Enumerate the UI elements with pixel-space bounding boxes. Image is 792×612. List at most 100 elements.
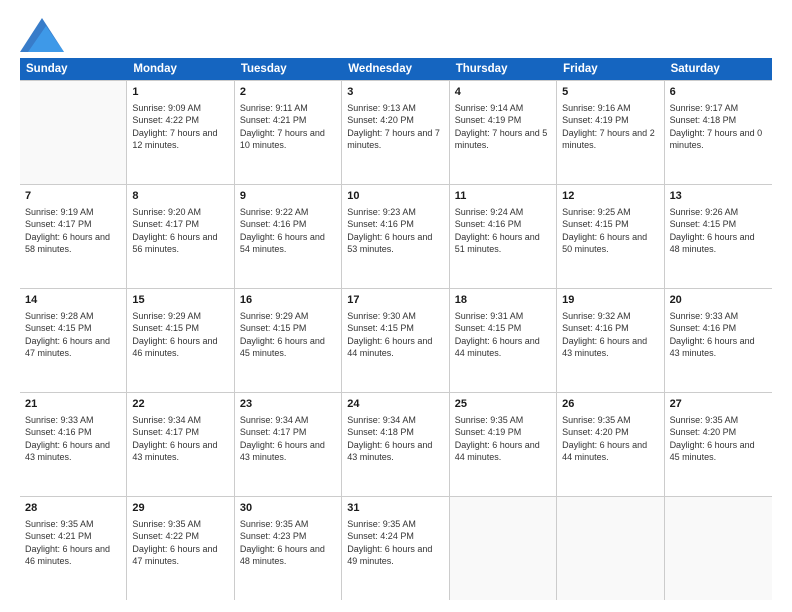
day-number: 16 (240, 293, 336, 308)
day-cell-1: 1Sunrise: 9:09 AMSunset: 4:22 PMDaylight… (127, 81, 234, 184)
day-info: Sunrise: 9:35 AMSunset: 4:22 PMDaylight:… (132, 518, 228, 568)
calendar-body: 1Sunrise: 9:09 AMSunset: 4:22 PMDaylight… (20, 80, 772, 600)
day-cell-20: 20 Sunrise: 9:33 AMSunset: 4:16 PMDayligh… (665, 289, 772, 392)
day-info: Sunrise: 9:09 AMSunset: 4:22 PMDaylight:… (132, 102, 228, 152)
day-cell-30: 30 Sunrise: 9:35 AMSunset: 4:23 PMDayligh… (235, 497, 342, 600)
header-day-thursday: Thursday (450, 58, 557, 80)
calendar-week-2: 7Sunrise: 9:19 AMSunset: 4:17 PMDaylight… (20, 185, 772, 289)
calendar-week-1: 1Sunrise: 9:09 AMSunset: 4:22 PMDaylight… (20, 81, 772, 185)
day-info: Sunrise: 9:16 AMSunset: 4:19 PMDaylight:… (562, 102, 658, 152)
day-number: 11 (455, 189, 551, 204)
day-cell-24: 24 Sunrise: 9:34 AMSunset: 4:18 PMDayligh… (342, 393, 449, 496)
day-info: Sunrise: 9:34 AMSunset: 4:17 PMDaylight:… (240, 414, 336, 464)
header-day-saturday: Saturday (665, 58, 772, 80)
day-cell-12: 12Sunrise: 9:25 AMSunset: 4:15 PMDayligh… (557, 185, 664, 288)
day-number: 2 (240, 85, 336, 100)
day-cell-31: 31Sunrise: 9:35 AMSunset: 4:24 PMDayligh… (342, 497, 449, 600)
day-info: Sunrise: 9:28 AMSunset: 4:15 PMDaylight:… (25, 310, 121, 360)
day-cell-15: 15 Sunrise: 9:29 AMSunset: 4:15 PMDayligh… (127, 289, 234, 392)
day-info: Sunrise: 9:32 AMSunset: 4:16 PMDaylight:… (562, 310, 658, 360)
day-cell-29: 29 Sunrise: 9:35 AMSunset: 4:22 PMDayligh… (127, 497, 234, 600)
header-day-tuesday: Tuesday (235, 58, 342, 80)
day-info: Sunrise: 9:24 AMSunset: 4:16 PMDaylight:… (455, 206, 551, 256)
day-number: 17 (347, 293, 443, 308)
day-number: 6 (670, 85, 767, 100)
day-number: 4 (455, 85, 551, 100)
day-number: 3 (347, 85, 443, 100)
day-cell-9: 9Sunrise: 9:22 AMSunset: 4:16 PMDaylight… (235, 185, 342, 288)
day-cell-25: 25 Sunrise: 9:35 AMSunset: 4:19 PMDayligh… (450, 393, 557, 496)
day-cell-23: 23 Sunrise: 9:34 AMSunset: 4:17 PMDayligh… (235, 393, 342, 496)
day-info: Sunrise: 9:33 AMSunset: 4:16 PMDaylight:… (670, 310, 767, 360)
day-number: 23 (240, 397, 336, 412)
day-cell-6: 6 Sunrise: 9:17 AMSunset: 4:18 PMDaylight… (665, 81, 772, 184)
day-number: 24 (347, 397, 443, 412)
day-number: 28 (25, 501, 121, 516)
day-cell-17: 17 Sunrise: 9:30 AMSunset: 4:15 PMDayligh… (342, 289, 449, 392)
header-day-friday: Friday (557, 58, 664, 80)
day-cell-26: 26 Sunrise: 9:35 AMSunset: 4:20 PMDayligh… (557, 393, 664, 496)
header-day-wednesday: Wednesday (342, 58, 449, 80)
day-cell-19: 19 Sunrise: 9:32 AMSunset: 4:16 PMDayligh… (557, 289, 664, 392)
day-info: Sunrise: 9:20 AMSunset: 4:17 PMDaylight:… (132, 206, 228, 256)
day-number: 15 (132, 293, 228, 308)
day-info: Sunrise: 9:30 AMSunset: 4:15 PMDaylight:… (347, 310, 443, 360)
day-number: 13 (670, 189, 767, 204)
day-number: 7 (25, 189, 121, 204)
day-cell-7: 7Sunrise: 9:19 AMSunset: 4:17 PMDaylight… (20, 185, 127, 288)
day-number: 25 (455, 397, 551, 412)
day-cell-22: 22 Sunrise: 9:34 AMSunset: 4:17 PMDayligh… (127, 393, 234, 496)
day-number: 29 (132, 501, 228, 516)
header-day-monday: Monday (127, 58, 234, 80)
page: SundayMondayTuesdayWednesdayThursdayFrid… (0, 0, 792, 612)
calendar-week-5: 28 Sunrise: 9:35 AMSunset: 4:21 PMDayligh… (20, 497, 772, 600)
day-cell-2: 2 Sunrise: 9:11 AMSunset: 4:21 PMDaylight… (235, 81, 342, 184)
day-number: 18 (455, 293, 551, 308)
day-info: Sunrise: 9:34 AMSunset: 4:17 PMDaylight:… (132, 414, 228, 464)
logo (20, 18, 64, 48)
day-number: 5 (562, 85, 658, 100)
day-info: Sunrise: 9:35 AMSunset: 4:23 PMDaylight:… (240, 518, 336, 568)
day-number: 20 (670, 293, 767, 308)
day-number: 10 (347, 189, 443, 204)
day-number: 30 (240, 501, 336, 516)
day-number: 26 (562, 397, 658, 412)
day-cell-3: 3 Sunrise: 9:13 AMSunset: 4:20 PMDaylight… (342, 81, 449, 184)
day-number: 14 (25, 293, 121, 308)
day-number: 8 (132, 189, 228, 204)
day-number: 21 (25, 397, 121, 412)
day-info: Sunrise: 9:35 AMSunset: 4:20 PMDaylight:… (670, 414, 767, 464)
day-cell-16: 16 Sunrise: 9:29 AMSunset: 4:15 PMDayligh… (235, 289, 342, 392)
day-number: 22 (132, 397, 228, 412)
day-info: Sunrise: 9:35 AMSunset: 4:19 PMDaylight:… (455, 414, 551, 464)
empty-cell (450, 497, 557, 600)
day-cell-21: 21 Sunrise: 9:33 AMSunset: 4:16 PMDayligh… (20, 393, 127, 496)
day-info: Sunrise: 9:29 AMSunset: 4:15 PMDaylight:… (132, 310, 228, 360)
calendar-header: SundayMondayTuesdayWednesdayThursdayFrid… (20, 58, 772, 80)
calendar-week-4: 21 Sunrise: 9:33 AMSunset: 4:16 PMDayligh… (20, 393, 772, 497)
day-info: Sunrise: 9:11 AMSunset: 4:21 PMDaylight:… (240, 102, 336, 152)
day-info: Sunrise: 9:35 AMSunset: 4:20 PMDaylight:… (562, 414, 658, 464)
day-info: Sunrise: 9:26 AMSunset: 4:15 PMDaylight:… (670, 206, 767, 256)
day-info: Sunrise: 9:35 AMSunset: 4:21 PMDaylight:… (25, 518, 121, 568)
empty-cell (557, 497, 664, 600)
day-info: Sunrise: 9:31 AMSunset: 4:15 PMDaylight:… (455, 310, 551, 360)
day-info: Sunrise: 9:23 AMSunset: 4:16 PMDaylight:… (347, 206, 443, 256)
day-cell-27: 27Sunrise: 9:35 AMSunset: 4:20 PMDayligh… (665, 393, 772, 496)
day-cell-10: 10 Sunrise: 9:23 AMSunset: 4:16 PMDayligh… (342, 185, 449, 288)
day-cell-28: 28 Sunrise: 9:35 AMSunset: 4:21 PMDayligh… (20, 497, 127, 600)
calendar-week-3: 14 Sunrise: 9:28 AMSunset: 4:15 PMDayligh… (20, 289, 772, 393)
day-cell-8: 8 Sunrise: 9:20 AMSunset: 4:17 PMDaylight… (127, 185, 234, 288)
day-info: Sunrise: 9:29 AMSunset: 4:15 PMDaylight:… (240, 310, 336, 360)
day-number: 12 (562, 189, 658, 204)
day-cell-5: 5 Sunrise: 9:16 AMSunset: 4:19 PMDaylight… (557, 81, 664, 184)
day-number: 31 (347, 501, 443, 516)
empty-cell (20, 81, 127, 184)
day-cell-13: 13 Sunrise: 9:26 AMSunset: 4:15 PMDayligh… (665, 185, 772, 288)
day-info: Sunrise: 9:33 AMSunset: 4:16 PMDaylight:… (25, 414, 121, 464)
logo-icon (20, 18, 60, 46)
day-info: Sunrise: 9:17 AMSunset: 4:18 PMDaylight:… (670, 102, 767, 152)
day-info: Sunrise: 9:34 AMSunset: 4:18 PMDaylight:… (347, 414, 443, 464)
day-info: Sunrise: 9:13 AMSunset: 4:20 PMDaylight:… (347, 102, 443, 152)
day-number: 19 (562, 293, 658, 308)
